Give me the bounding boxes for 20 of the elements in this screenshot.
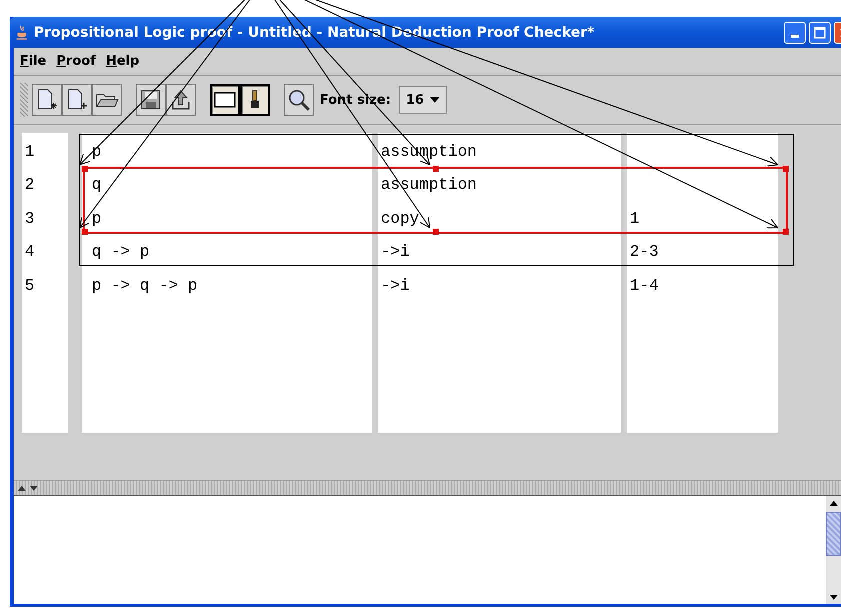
menu-item[interactable]: Proof bbox=[56, 54, 96, 69]
reference-cell[interactable]: 1-4 bbox=[630, 276, 659, 296]
line-number: 3 bbox=[25, 208, 35, 229]
menu-item[interactable]: Help bbox=[106, 54, 140, 69]
line-number: 4 bbox=[25, 242, 35, 262]
reference-cell[interactable]: 1 bbox=[630, 208, 640, 229]
formula-cell[interactable]: p -> q -> p bbox=[92, 276, 198, 296]
rule-cell[interactable]: ->i bbox=[381, 276, 410, 296]
font-size-dropdown[interactable]: 16 bbox=[399, 86, 448, 114]
rule-cell[interactable]: ->i bbox=[381, 242, 410, 262]
rule-cell[interactable]: copy bbox=[381, 208, 420, 229]
formula-cell[interactable]: p bbox=[92, 208, 102, 229]
formula-cell[interactable]: q -> p bbox=[92, 242, 150, 262]
line-number: 5 bbox=[25, 276, 35, 296]
menu-item[interactable]: File bbox=[20, 54, 47, 69]
reference-cell[interactable]: 2-3 bbox=[630, 242, 659, 262]
line-number: 1 bbox=[25, 142, 35, 162]
line-number: 2 bbox=[25, 175, 35, 196]
formula-cell[interactable]: q bbox=[92, 175, 102, 196]
formula-cell[interactable]: p bbox=[92, 142, 102, 162]
